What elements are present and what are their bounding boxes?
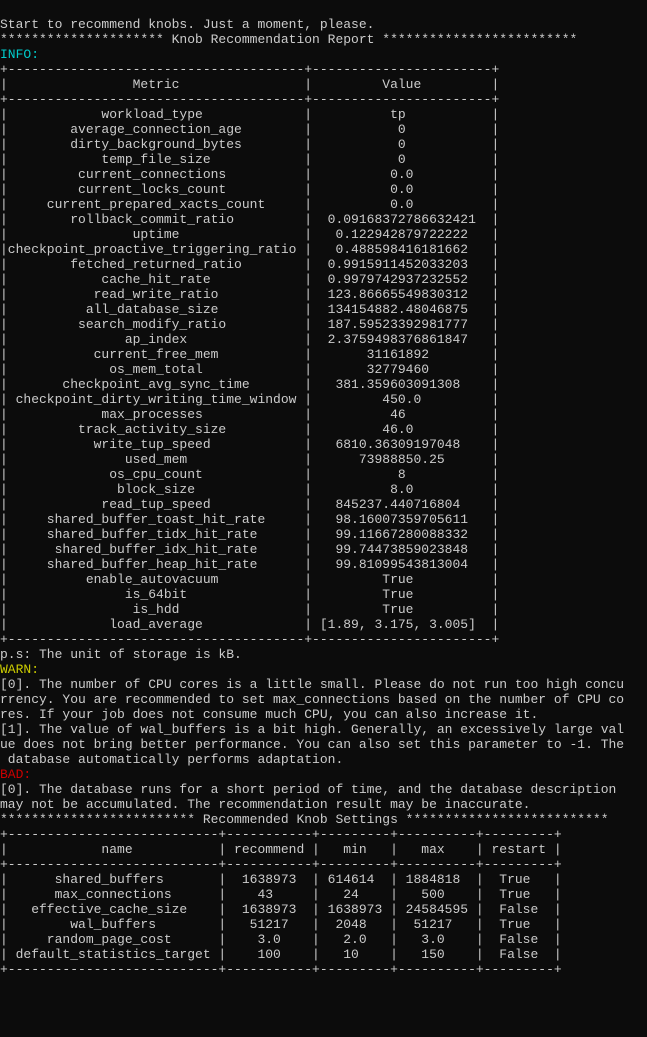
ps-line: p.s: The unit of storage is kB. <box>0 647 242 662</box>
warn-body: [0]. The number of CPU cores is a little… <box>0 677 624 767</box>
bad-label: BAD: <box>0 767 31 782</box>
terminal-output: Start to recommend knobs. Just a moment,… <box>0 15 647 977</box>
warn-label: WARN: <box>0 662 39 677</box>
metrics-table: +--------------------------------------+… <box>0 62 499 647</box>
report-banner: ********************* Knob Recommendatio… <box>0 32 577 47</box>
info-label: INFO: <box>0 47 39 62</box>
settings-banner: ************************* Recommended Kn… <box>0 812 609 827</box>
intro-line: Start to recommend knobs. Just a moment,… <box>0 17 374 32</box>
bad-body: [0]. The database runs for a short perio… <box>0 782 624 812</box>
knobs-table: +---------------------------+-----------… <box>0 827 562 977</box>
